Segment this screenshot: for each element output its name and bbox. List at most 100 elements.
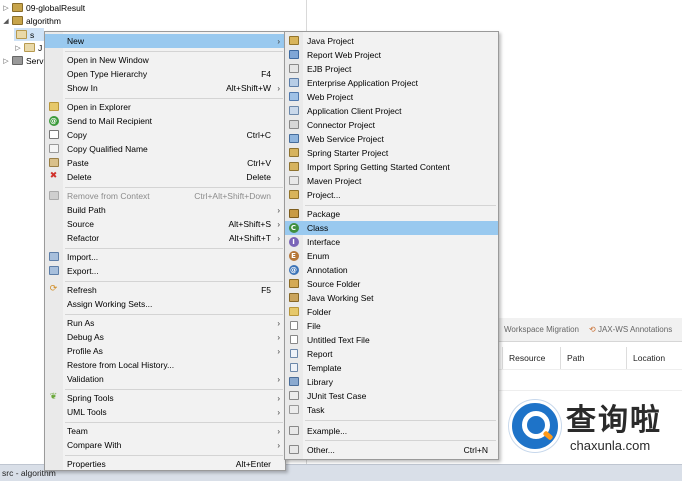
tree-item-label: s xyxy=(30,29,35,40)
menu-item-source[interactable]: Source Alt+Shift+S › xyxy=(45,217,285,231)
submenu-item-enterprise-app-project[interactable]: Enterprise Application Project xyxy=(285,76,498,90)
menu-label: Library xyxy=(307,377,333,387)
submenu-item-other[interactable]: Other... Ctrl+N xyxy=(285,443,498,457)
submenu-item-library[interactable]: Library xyxy=(285,375,498,389)
tab-jaxws-annotations[interactable]: ⟲ JAX-WS Annotations xyxy=(589,325,672,334)
menu-item-properties[interactable]: Properties Alt+Enter xyxy=(45,457,285,471)
menu-item-open-new-window[interactable]: Open in New Window xyxy=(45,53,285,67)
tab-workspace-migration[interactable]: Workspace Migration xyxy=(504,325,579,334)
watermark-domain-text: chaxunla.com xyxy=(570,438,651,453)
submenu-item-java-project[interactable]: Java Project xyxy=(285,34,498,48)
submenu-item-package[interactable]: Package xyxy=(285,207,498,221)
tree-item-servers[interactable]: ▷ Serv xyxy=(2,54,43,67)
menu-item-assign-working-sets[interactable]: Assign Working Sets... xyxy=(45,297,285,311)
submenu-item-task[interactable]: Task xyxy=(285,403,498,417)
menu-label: Copy Qualified Name xyxy=(67,144,148,154)
expand-arrow-icon[interactable]: ▷ xyxy=(2,4,10,12)
column-header-location[interactable]: Location xyxy=(626,347,682,369)
menu-item-copy-qualified-name[interactable]: Copy Qualified Name xyxy=(45,142,285,156)
menu-item-build-path[interactable]: Build Path › xyxy=(45,203,285,217)
menu-item-send-mail[interactable]: @ Send to Mail Recipient xyxy=(45,114,285,128)
menu-item-refresh[interactable]: ⟳ Refresh F5 xyxy=(45,283,285,297)
submenu-item-untitled-text-file[interactable]: Untitled Text File xyxy=(285,333,498,347)
submenu-item-java-working-set[interactable]: Java Working Set xyxy=(285,291,498,305)
menu-separator xyxy=(305,420,496,421)
expand-arrow-icon[interactable]: ▷ xyxy=(2,57,10,65)
submenu-item-file[interactable]: File xyxy=(285,319,498,333)
tree-item-label: Serv xyxy=(26,55,44,66)
menu-label: Run As xyxy=(67,318,95,328)
submenu-item-folder[interactable]: Folder xyxy=(285,305,498,319)
submenu-item-project[interactable]: Project... xyxy=(285,188,498,202)
template-icon xyxy=(288,362,299,373)
tree-item-label: 09-globalResult xyxy=(26,2,86,13)
submenu-item-annotation[interactable]: @ Annotation xyxy=(285,263,498,277)
menu-item-profile-as[interactable]: Profile As › xyxy=(45,344,285,358)
menu-label: Team xyxy=(67,426,88,436)
submenu-item-enum[interactable]: E Enum xyxy=(285,249,498,263)
submenu-item-junit-test-case[interactable]: JUnit Test Case xyxy=(285,389,498,403)
menu-item-uml-tools[interactable]: UML Tools › xyxy=(45,405,285,419)
submenu-item-interface[interactable]: I Interface xyxy=(285,235,498,249)
junit-icon xyxy=(288,390,299,401)
java-project-icon xyxy=(288,35,299,46)
menu-label: Annotation xyxy=(307,265,348,275)
expand-arrow-icon[interactable]: ▷ xyxy=(14,44,22,52)
menu-label: Maven Project xyxy=(307,176,362,186)
submenu-item-web-service-project[interactable]: Web Service Project xyxy=(285,132,498,146)
submenu-item-report[interactable]: Report xyxy=(285,347,498,361)
menu-item-copy[interactable]: Copy Ctrl+C xyxy=(45,128,285,142)
menu-label: Enterprise Application Project xyxy=(307,78,419,88)
menu-item-open-in-explorer[interactable]: Open in Explorer xyxy=(45,100,285,114)
menu-item-restore-local-history[interactable]: Restore from Local History... xyxy=(45,358,285,372)
tree-item-src[interactable]: s xyxy=(14,28,44,41)
collapse-arrow-icon[interactable]: ◢ xyxy=(2,17,10,25)
column-header-path[interactable]: Path xyxy=(560,347,626,369)
submenu-item-source-folder[interactable]: Source Folder xyxy=(285,277,498,291)
menu-label: New xyxy=(67,36,85,46)
menu-separator xyxy=(65,314,283,315)
menu-item-run-as[interactable]: Run As › xyxy=(45,316,285,330)
menu-accelerator: Ctrl+N xyxy=(463,445,488,455)
menu-item-compare-with[interactable]: Compare With › xyxy=(45,438,285,452)
menu-item-refactor[interactable]: Refactor Alt+Shift+T › xyxy=(45,231,285,245)
menu-accelerator: Ctrl+V xyxy=(247,158,271,168)
submenu-item-report-web-project[interactable]: Report Web Project xyxy=(285,48,498,62)
submenu-item-maven-project[interactable]: Maven Project xyxy=(285,174,498,188)
menu-item-show-in[interactable]: Show In Alt+Shift+W › xyxy=(45,81,285,95)
menu-label: Project... xyxy=(307,190,341,200)
example-icon xyxy=(288,425,299,436)
menu-item-spring-tools[interactable]: ❦ Spring Tools › xyxy=(45,391,285,405)
menu-item-team[interactable]: Team › xyxy=(45,424,285,438)
tree-item-jre[interactable]: ▷ J xyxy=(14,41,42,54)
tree-item-algorithm[interactable]: ◢ algorithm xyxy=(2,14,61,27)
submenu-item-example[interactable]: Example... xyxy=(285,424,498,438)
submenu-item-spring-starter-project[interactable]: Spring Starter Project xyxy=(285,146,498,160)
submenu-item-class[interactable]: C Class xyxy=(285,221,498,235)
report-icon xyxy=(288,348,299,359)
submenu-arrow-icon: › xyxy=(277,407,280,417)
menu-item-new[interactable]: New › xyxy=(45,34,285,48)
menu-label: Report Web Project xyxy=(307,50,382,60)
submenu-item-connector-project[interactable]: Connector Project xyxy=(285,118,498,132)
submenu-item-app-client-project[interactable]: Application Client Project xyxy=(285,104,498,118)
submenu-item-import-spring-content[interactable]: Import Spring Getting Started Content xyxy=(285,160,498,174)
menu-label: Import Spring Getting Started Content xyxy=(307,162,450,172)
menu-label: JUnit Test Case xyxy=(307,391,367,401)
menu-label: Example... xyxy=(307,426,348,436)
folder-icon xyxy=(288,306,299,317)
tree-item-globalresult[interactable]: ▷ 09-globalResult xyxy=(2,1,85,14)
submenu-item-web-project[interactable]: Web Project xyxy=(285,90,498,104)
menu-item-open-type-hierarchy[interactable]: Open Type Hierarchy F4 xyxy=(45,67,285,81)
menu-item-paste[interactable]: Paste Ctrl+V xyxy=(45,156,285,170)
menu-item-debug-as[interactable]: Debug As › xyxy=(45,330,285,344)
menu-label: Other... xyxy=(307,445,335,455)
jaxws-icon: ⟲ xyxy=(589,325,598,334)
submenu-item-ejb-project[interactable]: EJB Project xyxy=(285,62,498,76)
menu-item-export[interactable]: Export... xyxy=(45,264,285,278)
menu-item-validation[interactable]: Validation › xyxy=(45,372,285,386)
menu-item-delete[interactable]: ✖ Delete Delete xyxy=(45,170,285,184)
menu-item-import[interactable]: Import... xyxy=(45,250,285,264)
submenu-item-template[interactable]: Template xyxy=(285,361,498,375)
column-header-resource[interactable]: Resource xyxy=(502,347,560,369)
